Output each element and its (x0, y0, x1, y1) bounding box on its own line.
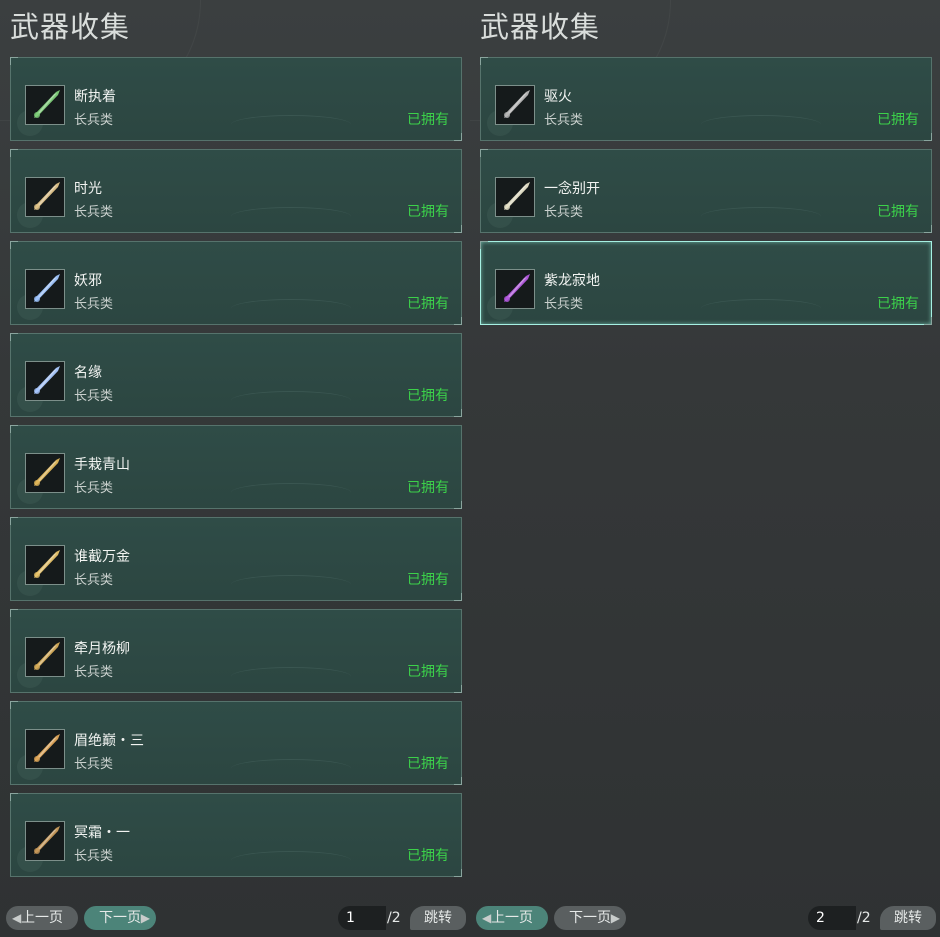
phoenix-spear-icon (25, 545, 65, 585)
prev-page-label: 上一页 (21, 910, 63, 926)
weapon-name: 紫龙寂地 (544, 273, 600, 289)
cloud-ornament (231, 207, 351, 226)
flame-spear-icon (25, 729, 65, 769)
weapon-card[interactable]: 牵月杨柳长兵类 已拥有 (10, 609, 462, 693)
weapon-card[interactable]: 紫龙寂地长兵类 已拥有 (480, 241, 932, 325)
weapon-card[interactable]: 手栽青山长兵类 已拥有 (10, 425, 462, 509)
weapon-card[interactable]: 眉绝巅・三长兵类 已拥有 (10, 701, 462, 785)
weapon-category: 长兵类 (74, 849, 114, 864)
owned-status: 已拥有 (407, 388, 449, 404)
weapon-card[interactable]: 名缘长兵类 已拥有 (10, 333, 462, 417)
weapon-category: 长兵类 (74, 665, 114, 680)
owned-status: 已拥有 (407, 572, 449, 588)
chevron-left-icon: ◀ (482, 911, 492, 925)
prev-page-button[interactable]: ◀ 上一页 (476, 906, 548, 930)
weapon-category: 长兵类 (74, 297, 114, 312)
prev-page-label: 上一页 (491, 910, 533, 926)
weapon-collection-panel-right: 武器收集 驱火 长兵类 已拥有 一念别开 长兵类 已拥有 紫龙寂地 长兵类 已拥有 ◀ 上一页 … (470, 0, 940, 937)
weapon-category: 长兵类 (74, 389, 114, 404)
page-number-input[interactable]: 1 (338, 906, 386, 930)
golden-spear-icon (25, 177, 65, 217)
owned-status: 已拥有 (407, 204, 449, 220)
cloud-ornament (231, 575, 351, 594)
owned-status: 已拥有 (407, 848, 449, 864)
owned-status: 已拥有 (877, 112, 919, 128)
weapon-category: 长兵类 (74, 481, 114, 496)
owned-status: 已拥有 (407, 480, 449, 496)
weapon-name: 名缘 (74, 365, 102, 381)
page-total: /2 (387, 910, 401, 926)
pager: ◀ 上一页 下一页 ▶ 2 /2 跳转 (470, 906, 940, 930)
weapon-card[interactable]: 一念别开长兵类 已拥有 (480, 149, 932, 233)
weapon-category: 长兵类 (544, 113, 584, 128)
cloud-ornament (231, 759, 351, 778)
next-page-button[interactable]: 下一页 ▶ (554, 906, 626, 930)
weapon-name: 冥霜・一 (74, 825, 130, 841)
weapon-card[interactable]: 断执着长兵类 已拥有 (10, 57, 462, 141)
cloud-ornament (701, 207, 821, 226)
next-page-label: 下一页 (99, 910, 141, 926)
chevron-left-icon: ◀ (12, 911, 22, 925)
weapon-category: 长兵类 (544, 297, 584, 312)
weapon-category: 长兵类 (74, 113, 114, 128)
jump-button[interactable]: 跳转 (880, 906, 936, 930)
page-number-input[interactable]: 2 (808, 906, 856, 930)
bronze-spear-icon (25, 821, 65, 861)
cloud-ornament (231, 667, 351, 686)
owned-status: 已拥有 (877, 204, 919, 220)
chevron-right-icon: ▶ (610, 911, 620, 925)
cloud-ornament (231, 851, 351, 870)
jade-spear-icon (25, 85, 65, 125)
ice-blade-icon (25, 269, 65, 309)
pager: ◀ 上一页 下一页 ▶ 1 /2 跳转 (0, 906, 470, 930)
purple-dragon-spear-icon (495, 269, 535, 309)
weapon-name: 时光 (74, 181, 102, 197)
cloud-ornament (231, 391, 351, 410)
phoenix-spear-icon (25, 453, 65, 493)
next-page-button[interactable]: 下一页 ▶ (84, 906, 156, 930)
cloud-ornament (701, 299, 821, 318)
weapon-category: 长兵类 (74, 757, 114, 772)
weapon-card[interactable]: 驱火长兵类 已拥有 (480, 57, 932, 141)
weapon-card[interactable]: 时光长兵类 已拥有 (10, 149, 462, 233)
dark-blade-icon (495, 85, 535, 125)
cloud-ornament (231, 299, 351, 318)
owned-status: 已拥有 (407, 756, 449, 772)
cloud-ornament (231, 115, 351, 134)
owned-status: 已拥有 (407, 296, 449, 312)
trident-icon (25, 637, 65, 677)
cloud-ornament (701, 115, 821, 134)
weapon-name: 手栽青山 (74, 457, 130, 473)
next-page-label: 下一页 (569, 910, 611, 926)
chevron-right-icon: ▶ (140, 911, 150, 925)
prev-page-button[interactable]: ◀ 上一页 (6, 906, 78, 930)
weapon-name: 断执着 (74, 89, 116, 105)
page-total: /2 (857, 910, 871, 926)
weapon-name: 谁截万金 (74, 549, 130, 565)
cloud-ornament (231, 483, 351, 502)
weapon-category: 长兵类 (544, 205, 584, 220)
panel-title: 武器收集 (480, 10, 601, 44)
silver-spear-icon (495, 177, 535, 217)
weapon-collection-panel-left: 武器收集 断执着 长兵类 已拥有 时光 长兵类 已拥有 妖邪 长兵类 已拥有 名缘 长兵类 已拥有 手栽… (0, 0, 470, 937)
weapon-name: 妖邪 (74, 273, 102, 289)
weapon-category: 长兵类 (74, 205, 114, 220)
owned-status: 已拥有 (877, 296, 919, 312)
weapon-category: 长兵类 (74, 573, 114, 588)
weapon-name: 眉绝巅・三 (74, 733, 144, 749)
weapon-card[interactable]: 冥霜・一长兵类 已拥有 (10, 793, 462, 877)
weapon-list: 驱火 长兵类 已拥有 一念别开 长兵类 已拥有 紫龙寂地 长兵类 已拥有 (480, 57, 934, 333)
weapon-name: 牵月杨柳 (74, 641, 130, 657)
weapon-name: 一念别开 (544, 181, 600, 197)
owned-status: 已拥有 (407, 112, 449, 128)
weapon-list: 断执着 长兵类 已拥有 时光 长兵类 已拥有 妖邪 长兵类 已拥有 名缘 长兵类 已拥有 手栽青山 长兵类… (10, 57, 464, 885)
owned-status: 已拥有 (407, 664, 449, 680)
weapon-card[interactable]: 妖邪长兵类 已拥有 (10, 241, 462, 325)
frost-blade-icon (25, 361, 65, 401)
jump-button[interactable]: 跳转 (410, 906, 466, 930)
panel-title: 武器收集 (10, 10, 131, 44)
weapon-name: 驱火 (544, 89, 572, 105)
weapon-card[interactable]: 谁截万金长兵类 已拥有 (10, 517, 462, 601)
